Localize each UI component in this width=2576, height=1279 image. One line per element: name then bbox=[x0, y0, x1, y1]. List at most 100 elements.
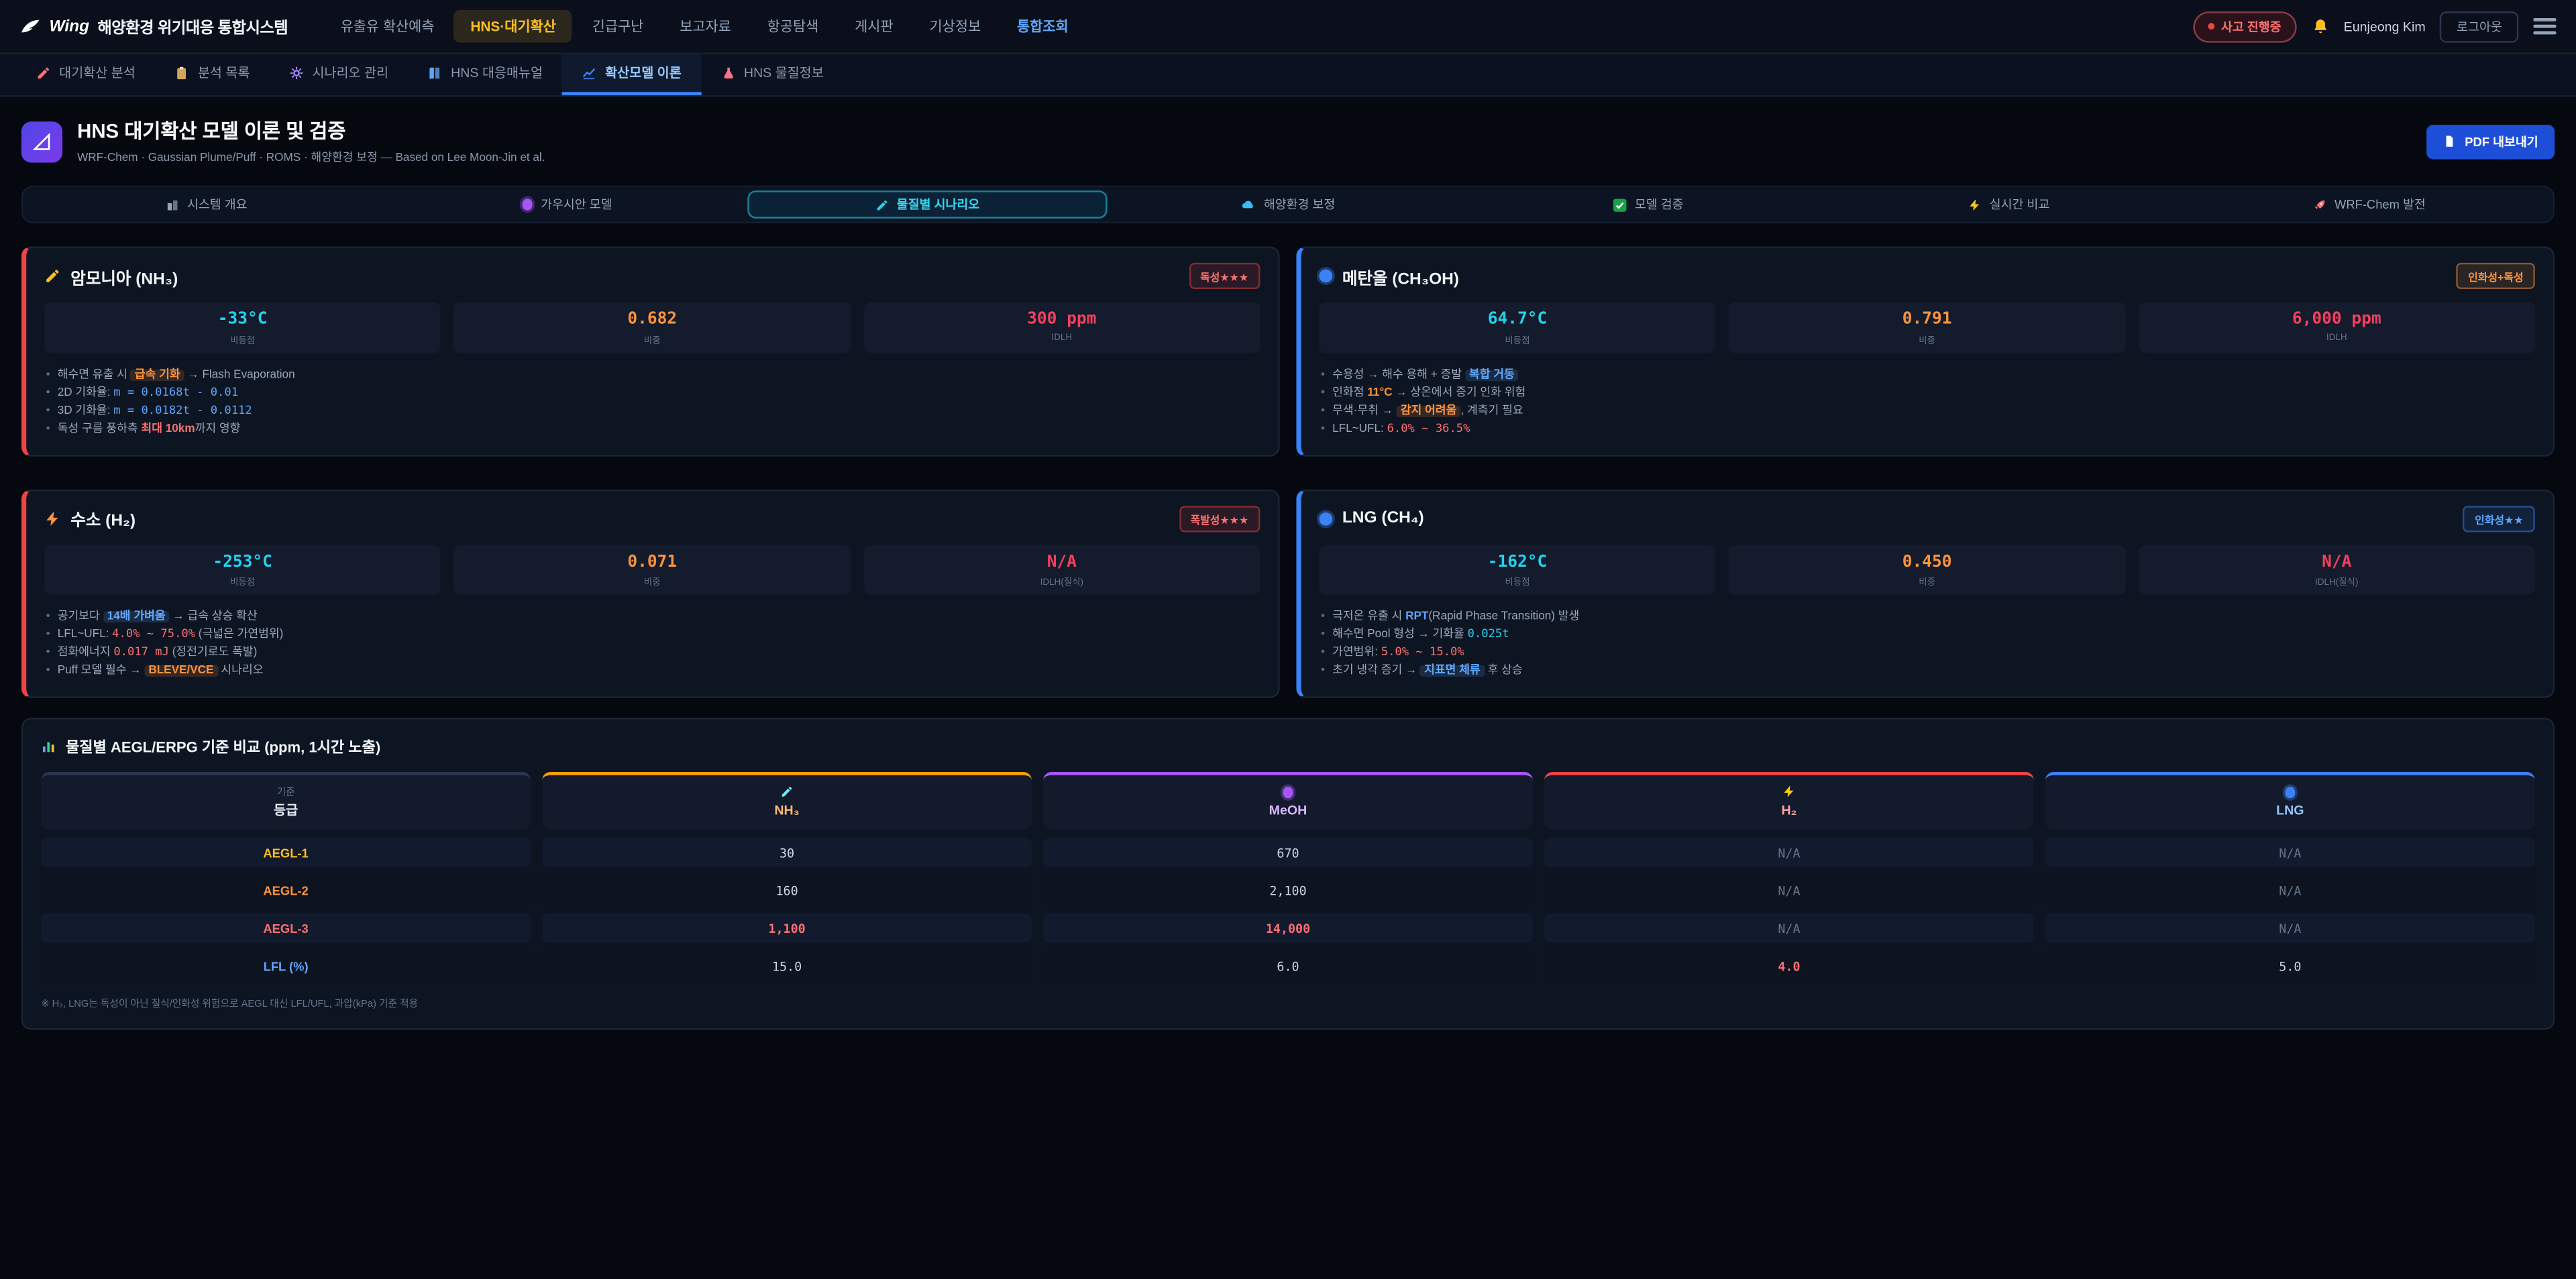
card-title: LNG (CH₄) bbox=[1342, 510, 1424, 528]
building-icon bbox=[166, 198, 179, 211]
user-name[interactable]: Eunjeong Kim bbox=[2344, 19, 2426, 34]
tab-label: 가우시안 모델 bbox=[541, 195, 612, 213]
flask-icon bbox=[721, 66, 736, 80]
pdf-export-label: PDF 내보내기 bbox=[2465, 132, 2538, 150]
nav-item-rescue[interactable]: 긴급구난 bbox=[576, 10, 660, 43]
blue-dot-icon bbox=[1320, 512, 1333, 525]
page-title: HNS 대기확산 모델 이론 및 검증 bbox=[77, 117, 545, 145]
table-header-criteria: 기준 등급 bbox=[41, 773, 531, 830]
bolt-icon bbox=[1968, 198, 1982, 211]
app-root: Wing 해양환경 위기대응 통합시스템 유출유 확산예측 HNS·대기확산 긴… bbox=[0, 0, 2576, 1279]
incident-status-badge[interactable]: 사고 진행중 bbox=[2193, 11, 2296, 42]
bell-icon[interactable] bbox=[2311, 17, 2329, 36]
page-content: HNS 대기확산 모델 이론 및 검증 WRF-Chem · Gaussian … bbox=[0, 97, 2576, 1030]
tab-label: 물질별 시나리오 bbox=[897, 195, 979, 213]
nav-right-cluster: 사고 진행중 Eunjeong Kim 로그아웃 bbox=[2193, 11, 2556, 42]
page-header: HNS 대기확산 모델 이론 및 검증 WRF-Chem · Gaussian … bbox=[21, 113, 2555, 169]
card-bullets: 수용성 → 해수 용해 + 증발 복합 거동 인화점 11°C → 상온에서 증… bbox=[1320, 366, 2535, 438]
bar-chart-icon bbox=[41, 740, 56, 755]
stat-boiling-point: 64.7°C비등점 bbox=[1320, 302, 1716, 353]
hamburger-menu-icon[interactable] bbox=[2533, 15, 2556, 38]
tab-label: 시스템 개요 bbox=[187, 195, 248, 213]
rocket-icon bbox=[2313, 198, 2326, 211]
subnav-item-scenario-management[interactable]: 시나리오 관리 bbox=[270, 54, 409, 95]
tab-model-validation[interactable]: 모델 검증 bbox=[1468, 190, 1829, 219]
hazard-badge: 인화성★★ bbox=[2463, 506, 2535, 532]
card-title: 수소 (H₂) bbox=[70, 506, 136, 531]
stat-idlh: N/AIDLH(질식) bbox=[863, 545, 1260, 595]
hazard-badge: 인화성+독성 bbox=[2457, 263, 2535, 289]
blue-dot-icon bbox=[1320, 270, 1333, 283]
stat-idlh: 6,000 ppmIDLH bbox=[2139, 302, 2535, 353]
tab-wrf-chem[interactable]: WRF-Chem 발전 bbox=[2189, 190, 2549, 219]
subnav-label: HNS 대응매뉴얼 bbox=[451, 64, 543, 82]
card-title: 암모니아 (NH₃) bbox=[70, 264, 178, 288]
card-ammonia: 암모니아 (NH₃) 독성★★★ -33°C비등점 0.682비중 300 pp… bbox=[21, 246, 1280, 456]
tab-gaussian-model[interactable]: 가우시안 모델 bbox=[387, 190, 747, 219]
main-menu: 유출유 확산예측 HNS·대기확산 긴급구난 보고자료 항공탐색 게시판 기상정… bbox=[324, 10, 1085, 43]
table-row-aegl2: AEGL-2 160 2,100 N/A N/A bbox=[41, 876, 2535, 905]
nav-item-weather[interactable]: 기상정보 bbox=[913, 10, 998, 43]
bolt-icon bbox=[44, 510, 60, 526]
subnav-label: 대기확산 분석 bbox=[59, 64, 136, 82]
brand[interactable]: Wing 해양환경 위기대응 통합시스템 bbox=[19, 15, 288, 38]
subnav-item-analysis-list[interactable]: 분석 목록 bbox=[155, 54, 270, 95]
nav-item-reports[interactable]: 보고자료 bbox=[663, 10, 748, 43]
bullet: 3D 기화율: m = 0.0182t - 0.0112 bbox=[44, 402, 1260, 420]
subnav-label: 시나리오 관리 bbox=[312, 64, 388, 82]
stat-boxes: -162°C비등점 0.450비중 N/AIDLH(질식) bbox=[1320, 545, 2535, 595]
check-icon bbox=[1613, 198, 1627, 211]
bullet: LFL~UFL: 6.0% ~ 36.5% bbox=[1320, 420, 2535, 438]
pencil-icon bbox=[875, 198, 889, 211]
subnav-item-diffusion-analysis[interactable]: 대기확산 분석 bbox=[16, 54, 155, 95]
stat-specific-gravity: 0.450비중 bbox=[1729, 545, 2125, 595]
tab-label: 해양환경 보정 bbox=[1264, 195, 1335, 213]
tab-system-overview[interactable]: 시스템 개요 bbox=[26, 190, 386, 219]
pencil-icon bbox=[44, 268, 60, 284]
logout-button[interactable]: 로그아웃 bbox=[2440, 11, 2519, 42]
card-bullets: 극저온 유출 시 RPT(Rapid Phase Transition) 발생 … bbox=[1320, 608, 2535, 681]
wing-logo-icon bbox=[19, 15, 41, 37]
stat-specific-gravity: 0.791비중 bbox=[1729, 302, 2125, 353]
stat-boxes: -33°C비등점 0.682비중 300 ppmIDLH bbox=[44, 302, 1260, 353]
pdf-export-button[interactable]: PDF 내보내기 bbox=[2427, 124, 2555, 158]
stat-boxes: 64.7°C비등점 0.791비중 6,000 ppmIDLH bbox=[1320, 302, 2535, 353]
subnav-item-model-theory[interactable]: 확산모델 이론 bbox=[562, 54, 701, 95]
section-tabbar: 시스템 개요 가우시안 모델 물질별 시나리오 해양환경 보정 모델 검증 실시… bbox=[21, 186, 2555, 223]
tab-label: 실시간 비교 bbox=[1990, 195, 2050, 213]
subnav-label: 분석 목록 bbox=[198, 64, 250, 82]
stat-idlh: N/AIDLH(질식) bbox=[2139, 545, 2535, 595]
incident-dot-icon bbox=[2208, 23, 2214, 30]
stat-boxes: -253°C비등점 0.071비중 N/AIDLH(질식) bbox=[44, 545, 1260, 595]
stat-boiling-point: -33°C비등점 bbox=[44, 302, 441, 353]
stat-specific-gravity: 0.682비중 bbox=[454, 302, 851, 353]
brand-name: 해양환경 위기대응 통합시스템 bbox=[97, 15, 288, 38]
stat-boiling-point: -162°C비등점 bbox=[1320, 545, 1716, 595]
subnav-label: HNS 물질정보 bbox=[744, 64, 824, 82]
sub-navigation: 대기확산 분석 분석 목록 시나리오 관리 HNS 대응매뉴얼 확산모델 이론 … bbox=[0, 54, 2576, 97]
bullet: 해수면 Pool 형성 → 기화율 0.025t bbox=[1320, 626, 2535, 645]
tab-substance-scenarios[interactable]: 물질별 시나리오 bbox=[747, 190, 1108, 219]
tab-realtime-comparison[interactable]: 실시간 비교 bbox=[1829, 190, 2189, 219]
card-bullets: 공기보다 14배 가벼움 → 급속 상승 확산 LFL~UFL: 4.0% ~ … bbox=[44, 608, 1260, 681]
table-header-row: 기준 등급 NH₃ MeOH H₂ LNG bbox=[41, 773, 2535, 830]
brand-logo-text: Wing bbox=[49, 17, 89, 36]
page-subtitle: WRF-Chem · Gaussian Plume/Puff · ROMS · … bbox=[77, 150, 545, 166]
purple-dot-icon bbox=[1283, 787, 1293, 797]
tab-marine-correction[interactable]: 해양환경 보정 bbox=[1108, 190, 1468, 219]
card-lng: LNG (CH₄) 인화성★★ -162°C비등점 0.450비중 N/AIDL… bbox=[1296, 489, 2555, 699]
nav-item-oil-spill[interactable]: 유출유 확산예측 bbox=[324, 10, 451, 43]
subnav-item-hns-manual[interactable]: HNS 대응매뉴얼 bbox=[408, 54, 562, 95]
stat-idlh: 300 ppmIDLH bbox=[863, 302, 1260, 353]
page-header-icon-box bbox=[21, 121, 62, 162]
blue-dot-icon bbox=[2285, 787, 2296, 797]
subnav-item-hns-substance-info[interactable]: HNS 물질정보 bbox=[701, 54, 843, 95]
hazard-badge: 폭발성★★★ bbox=[1179, 506, 1260, 532]
page-header-text: HNS 대기확산 모델 이론 및 검증 WRF-Chem · Gaussian … bbox=[77, 117, 545, 166]
nav-item-aerial-search[interactable]: 항공탐색 bbox=[751, 10, 835, 43]
nav-item-hns-atmospheric[interactable]: HNS·대기확산 bbox=[454, 10, 572, 43]
bullet: 해수면 유출 시 급속 기화 → Flash Evaporation bbox=[44, 366, 1260, 384]
nav-item-integrated-search[interactable]: 통합조회 bbox=[1001, 10, 1085, 43]
nav-item-board[interactable]: 게시판 bbox=[839, 10, 910, 43]
gear-icon bbox=[289, 66, 304, 80]
